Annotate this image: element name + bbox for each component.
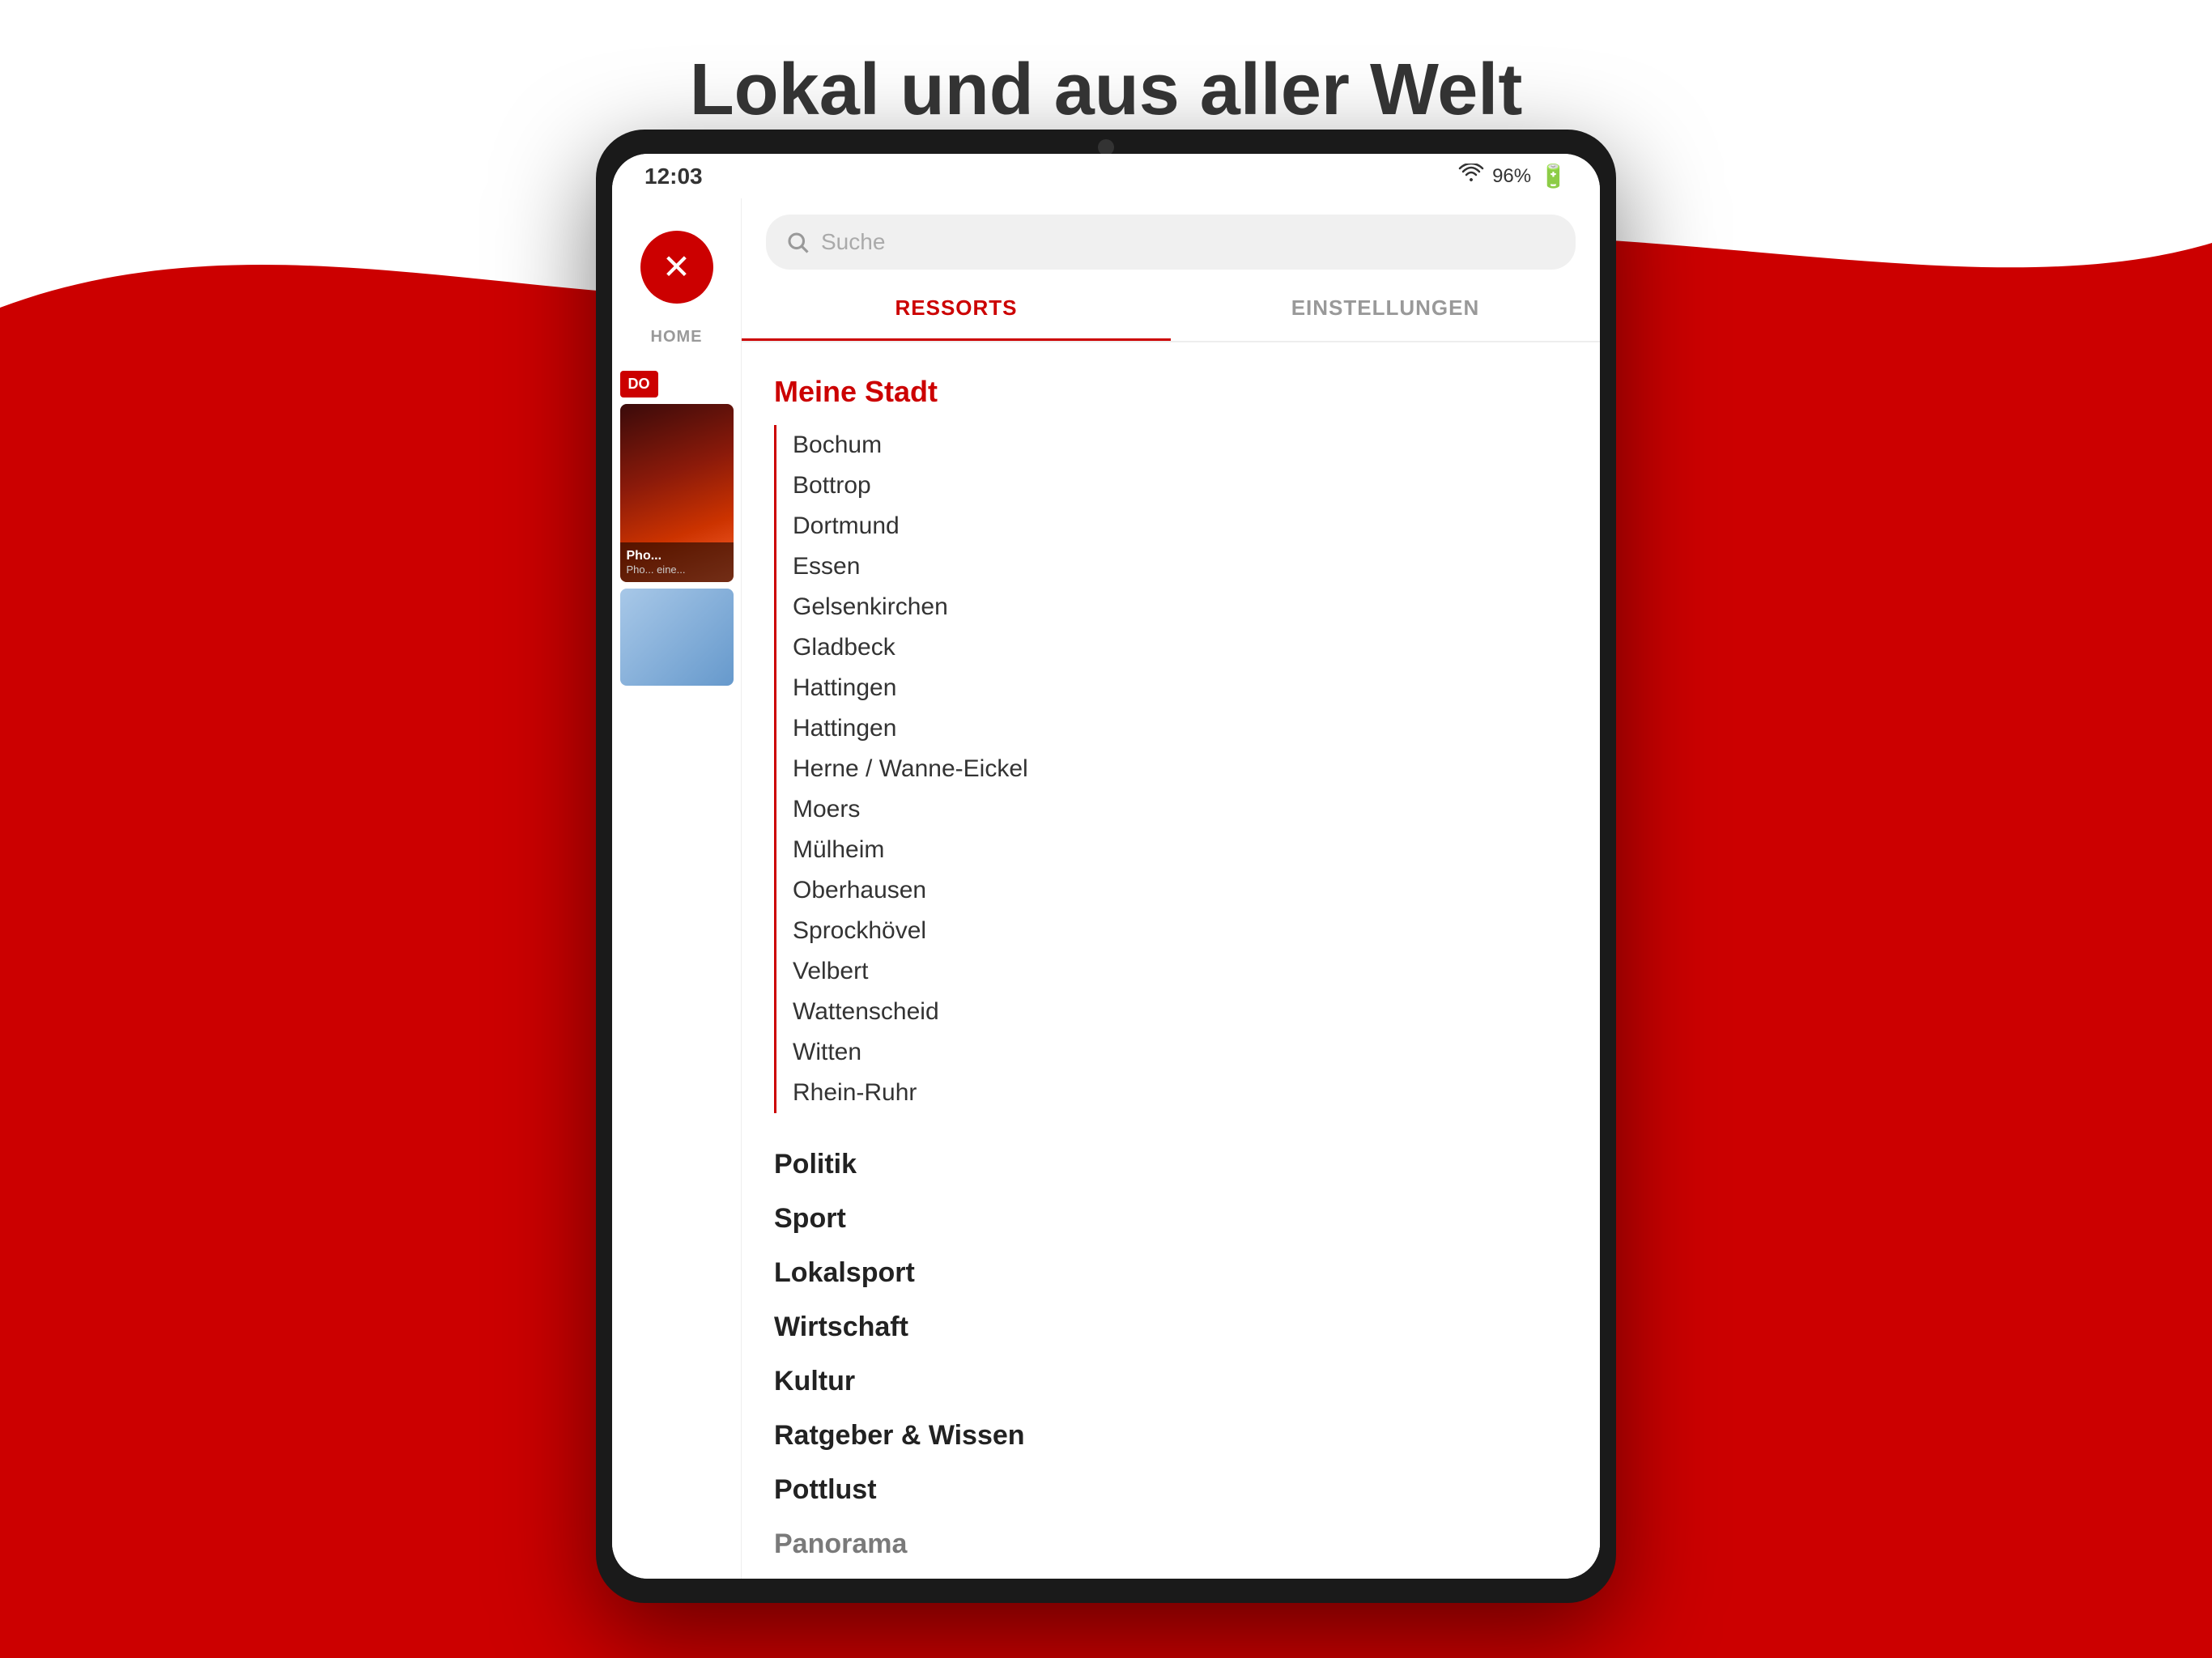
- tab-einstellungen[interactable]: EINSTELLUNGEN: [1171, 278, 1600, 341]
- list-item[interactable]: Mülheim: [793, 830, 1568, 870]
- search-container: Suche: [742, 198, 1600, 278]
- status-icons: 96% 🔋: [1458, 163, 1568, 189]
- menu-item-sport[interactable]: Sport: [774, 1192, 1568, 1246]
- list-item[interactable]: Bochum: [793, 425, 1568, 466]
- battery-icon: 🔋: [1539, 163, 1568, 189]
- drawer-panel: Suche RESSORTS EINSTELLUNGEN Meine Stadt…: [742, 198, 1600, 1579]
- news-card-overlay: Pho... Pho... eine...: [620, 542, 734, 582]
- news-card-subtitle: Pho... eine...: [627, 563, 727, 576]
- home-nav-label[interactable]: HOME: [651, 328, 703, 346]
- search-icon: [785, 230, 810, 254]
- city-list: Bochum Bottrop Dortmund Essen Gelsenkirc…: [774, 425, 1568, 1113]
- menu-item-panorama[interactable]: Panorama: [774, 1517, 1568, 1571]
- list-item[interactable]: Gelsenkirchen: [793, 587, 1568, 627]
- wifi-icon: [1458, 164, 1484, 189]
- dortmund-badge: DO: [620, 371, 658, 397]
- tab-ressorts[interactable]: RESSORTS: [742, 278, 1171, 341]
- menu-item-lokalsport[interactable]: Lokalsport: [774, 1246, 1568, 1300]
- camera: [1098, 139, 1114, 155]
- news-preview: DO Pho... Pho... eine...: [620, 371, 734, 686]
- search-placeholder: Suche: [821, 229, 885, 255]
- list-item[interactable]: Herne / Wanne-Eickel: [793, 749, 1568, 789]
- news-image-card: Pho... Pho... eine...: [620, 404, 734, 582]
- left-nav: ✕ HOME DO Pho... Pho... eine...: [612, 198, 742, 1579]
- tablet-screen: 12:03 96% 🔋 ✕: [612, 154, 1600, 1579]
- list-item[interactable]: Dortmund: [793, 506, 1568, 546]
- list-item[interactable]: Velbert: [793, 951, 1568, 992]
- news-image-card-2: [620, 589, 734, 686]
- list-item[interactable]: Hattingen: [793, 668, 1568, 708]
- meine-stadt-title: Meine Stadt: [774, 375, 1568, 409]
- list-item[interactable]: Wattenscheid: [793, 992, 1568, 1032]
- list-item[interactable]: Hattingen: [793, 708, 1568, 749]
- content-list: Meine Stadt Bochum Bottrop Dortmund Esse…: [742, 342, 1600, 1579]
- drawer-tabs: RESSORTS EINSTELLUNGEN: [742, 278, 1600, 342]
- search-bar[interactable]: Suche: [766, 215, 1576, 270]
- menu-item-kultur[interactable]: Kultur: [774, 1354, 1568, 1409]
- menu-item-wirtschaft[interactable]: Wirtschaft: [774, 1300, 1568, 1354]
- news-card-title: Pho...: [627, 549, 727, 563]
- menu-item-pottlust[interactable]: Pottlust: [774, 1463, 1568, 1517]
- page-title: Lokal und aus aller Welt: [0, 49, 2212, 132]
- tablet-frame: 12:03 96% 🔋 ✕: [596, 130, 1616, 1603]
- menu-item-ratgeber[interactable]: Ratgeber & Wissen: [774, 1409, 1568, 1463]
- status-bar: 12:03 96% 🔋: [612, 154, 1600, 198]
- list-item[interactable]: Bottrop: [793, 466, 1568, 506]
- list-item[interactable]: Sprockhövel: [793, 911, 1568, 951]
- list-item[interactable]: Rhein-Ruhr: [793, 1073, 1568, 1113]
- list-item[interactable]: Moers: [793, 789, 1568, 830]
- app-area: ✕ HOME DO Pho... Pho... eine...: [612, 198, 1600, 1579]
- list-item[interactable]: Essen: [793, 546, 1568, 587]
- menu-item-politik[interactable]: Politik: [774, 1137, 1568, 1192]
- close-button[interactable]: ✕: [640, 231, 713, 304]
- battery-text: 96%: [1492, 165, 1531, 188]
- list-item[interactable]: Gladbeck: [793, 627, 1568, 668]
- list-item[interactable]: Oberhausen: [793, 870, 1568, 911]
- list-item[interactable]: Witten: [793, 1032, 1568, 1073]
- status-time: 12:03: [644, 164, 703, 189]
- close-icon: ✕: [662, 250, 691, 284]
